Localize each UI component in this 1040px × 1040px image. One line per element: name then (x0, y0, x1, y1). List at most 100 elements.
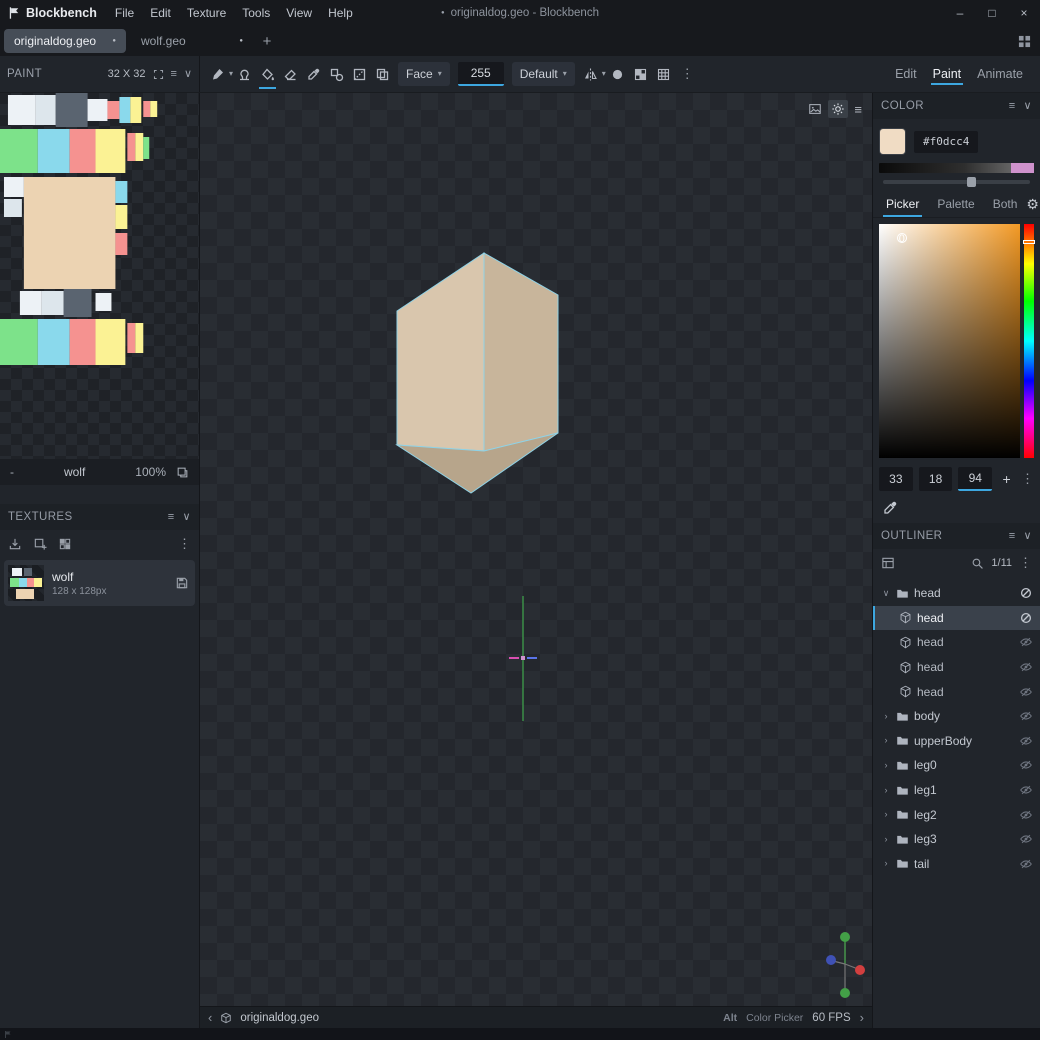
saturation-value-picker[interactable]: 0 (879, 224, 1020, 458)
visibility-off-icon[interactable] (1019, 783, 1033, 797)
status-forward-icon[interactable]: › (860, 1010, 864, 1025)
saturation-value-input[interactable]: 18 (918, 467, 953, 491)
face-mode-select[interactable]: Face ▾ (398, 62, 450, 86)
color-picker-tool-icon[interactable] (302, 61, 325, 87)
tab-originaldog[interactable]: originaldog.geo ● (4, 29, 126, 53)
outliner-cube-head[interactable]: head (873, 679, 1040, 704)
outliner-cube-head[interactable]: head (873, 655, 1040, 680)
texture-size-button[interactable]: 32 X 32 (108, 68, 146, 80)
zoom-level[interactable]: 100% (135, 465, 166, 479)
outliner-group-body[interactable]: › body (873, 704, 1040, 729)
panel-menu-icon[interactable]: ≡ (1009, 530, 1016, 542)
menu-edit[interactable]: Edit (142, 2, 179, 24)
menu-tools[interactable]: Tools (234, 2, 278, 24)
chevron-right-icon[interactable]: › (881, 785, 891, 795)
visibility-off-icon[interactable] (1019, 635, 1033, 649)
menu-help[interactable]: Help (320, 2, 361, 24)
visibility-off-icon[interactable] (1019, 832, 1033, 846)
textures-overflow-icon[interactable]: ⋮ (178, 536, 191, 552)
panel-grid-icon[interactable] (1018, 35, 1031, 48)
toolbar-overflow-icon[interactable]: ⋮ (675, 66, 700, 82)
panel-collapse-icon[interactable]: ∨ (1024, 100, 1032, 112)
visibility-icon[interactable] (1019, 586, 1033, 600)
outliner-cube-head-selected[interactable]: head (873, 605, 1040, 631)
viewport-3d[interactable]: ≡ (200, 93, 872, 1006)
outliner-group-head[interactable]: ∨ head (873, 581, 1040, 606)
panel-menu-icon[interactable]: ≡ (1009, 100, 1016, 112)
visibility-off-icon[interactable] (1019, 685, 1033, 699)
mode-tab-edit[interactable]: Edit (888, 60, 924, 88)
status-back-icon[interactable]: ‹ (208, 1010, 212, 1025)
search-icon[interactable] (971, 557, 984, 570)
hue-slider[interactable] (1023, 224, 1035, 458)
panel-menu-icon[interactable]: ≡ (171, 68, 177, 80)
color-history-bar[interactable] (879, 163, 1034, 173)
brush-opacity-input[interactable]: 255 (457, 62, 504, 86)
menu-file[interactable]: File (107, 2, 142, 24)
save-texture-icon[interactable] (175, 576, 189, 590)
brightness-value-input[interactable]: 94 (958, 467, 993, 491)
copy-paste-tool-icon[interactable] (371, 61, 394, 87)
outliner-group-upperbody[interactable]: › upperBody (873, 729, 1040, 754)
outliner-options-icon[interactable] (881, 556, 895, 570)
outliner-group-leg3[interactable]: › leg3 (873, 827, 1040, 852)
fill-bucket-tool-icon[interactable] (256, 61, 279, 89)
visibility-off-icon[interactable] (1019, 808, 1033, 822)
color-tab-palette[interactable]: Palette (928, 191, 983, 217)
draw-shape-tool-icon[interactable] (325, 61, 348, 87)
outliner-overflow-icon[interactable]: ⋮ (1019, 555, 1032, 571)
chevron-right-icon[interactable]: › (881, 760, 891, 770)
slider-handle[interactable] (966, 177, 976, 187)
hex-color-input[interactable]: #f0dcc4 (914, 130, 979, 153)
brush-tool-icon[interactable] (206, 61, 229, 87)
fit-view-icon[interactable] (153, 69, 164, 80)
outliner-group-leg0[interactable]: › leg0 (873, 753, 1040, 778)
chevron-down-icon[interactable]: ∨ (881, 588, 891, 598)
copy-brush-tool-icon[interactable] (233, 61, 256, 87)
mirror-painting-icon[interactable] (579, 61, 602, 87)
picker-cursor[interactable] (896, 233, 907, 244)
outliner-group-leg2[interactable]: › leg2 (873, 802, 1040, 827)
visibility-off-icon[interactable] (1019, 758, 1033, 772)
mode-tab-paint[interactable]: Paint (926, 60, 969, 88)
create-texture-icon[interactable] (33, 537, 47, 551)
tab-wolf[interactable]: wolf.geo ● (131, 29, 253, 53)
pixel-grid-icon[interactable] (652, 61, 675, 87)
panel-collapse-icon[interactable]: ∨ (1024, 530, 1032, 542)
outliner-group-tail[interactable]: › tail (873, 852, 1040, 877)
visibility-off-icon[interactable] (1019, 709, 1033, 723)
add-to-palette-button[interactable]: + (998, 471, 1015, 487)
values-overflow-icon[interactable]: ⋮ (1021, 471, 1034, 487)
background-image-icon[interactable] (805, 100, 825, 118)
visibility-off-icon[interactable] (1019, 857, 1033, 871)
blend-mode-select[interactable]: Default ▾ (511, 62, 575, 86)
chevron-right-icon[interactable]: › (881, 834, 891, 844)
panel-menu-icon[interactable]: ≡ (168, 511, 175, 523)
layers-icon[interactable] (176, 466, 189, 479)
gear-icon[interactable]: ⚙ (1026, 196, 1040, 213)
chevron-right-icon[interactable]: › (881, 736, 891, 745)
close-button[interactable]: × (1008, 0, 1040, 26)
hue-value-input[interactable]: 33 (879, 467, 913, 491)
viewport-menu-icon[interactable]: ≡ (851, 102, 865, 117)
outliner-cube-head[interactable]: head (873, 630, 1040, 655)
dither-pattern-icon[interactable] (629, 61, 652, 87)
maximize-button[interactable]: □ (976, 0, 1008, 26)
lightness-slider[interactable] (883, 177, 1030, 187)
visibility-icon[interactable] (1019, 611, 1033, 625)
mode-tab-animate[interactable]: Animate (970, 60, 1030, 88)
eyedropper-icon[interactable] (882, 500, 898, 516)
color-tab-picker[interactable]: Picker (877, 191, 928, 217)
texture-list-item[interactable]: wolf 128 x 128px (4, 560, 195, 606)
zoom-out-button[interactable]: - (10, 465, 14, 479)
minimize-button[interactable]: – (944, 0, 976, 26)
chevron-right-icon[interactable]: › (881, 711, 891, 721)
visibility-off-icon[interactable] (1019, 734, 1033, 748)
outliner-group-leg1[interactable]: › leg1 (873, 778, 1040, 803)
visibility-off-icon[interactable] (1019, 660, 1033, 674)
lock-alpha-icon[interactable] (606, 61, 629, 87)
chevron-right-icon[interactable]: › (881, 810, 891, 819)
eraser-tool-icon[interactable] (279, 61, 302, 87)
color-tab-both[interactable]: Both (984, 191, 1027, 217)
chevron-right-icon[interactable]: › (881, 859, 891, 868)
